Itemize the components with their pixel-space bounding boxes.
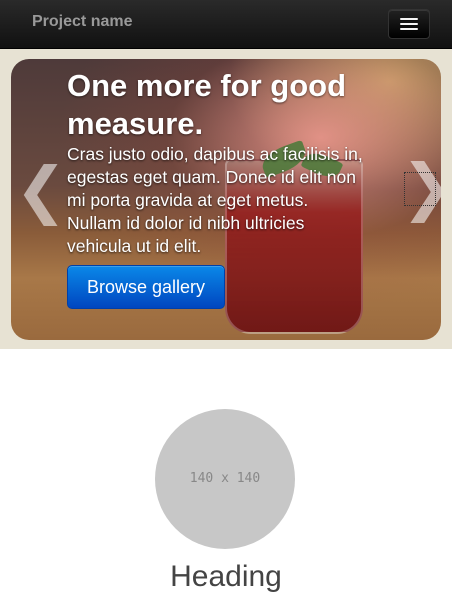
brand-link[interactable]: Project name xyxy=(32,13,132,31)
nav-toggle-button[interactable] xyxy=(388,9,430,39)
placeholder-image: 140 x 140 xyxy=(155,409,295,549)
navbar: Project name xyxy=(0,0,452,49)
carousel-next-icon[interactable]: ❯ xyxy=(401,156,441,218)
carousel-title: One more for good measure. xyxy=(67,68,346,141)
carousel-caption: Cras justo odio, dapibus ac facilisis in… xyxy=(67,144,363,256)
carousel-prev-icon[interactable]: ❮ xyxy=(15,159,67,221)
feature-heading: Heading xyxy=(170,560,282,593)
browse-gallery-button[interactable]: Browse gallery xyxy=(67,265,225,309)
carousel-slide: One more for good measure. Cras justo od… xyxy=(11,59,441,340)
carousel-section: One more for good measure. Cras justo od… xyxy=(0,49,452,349)
